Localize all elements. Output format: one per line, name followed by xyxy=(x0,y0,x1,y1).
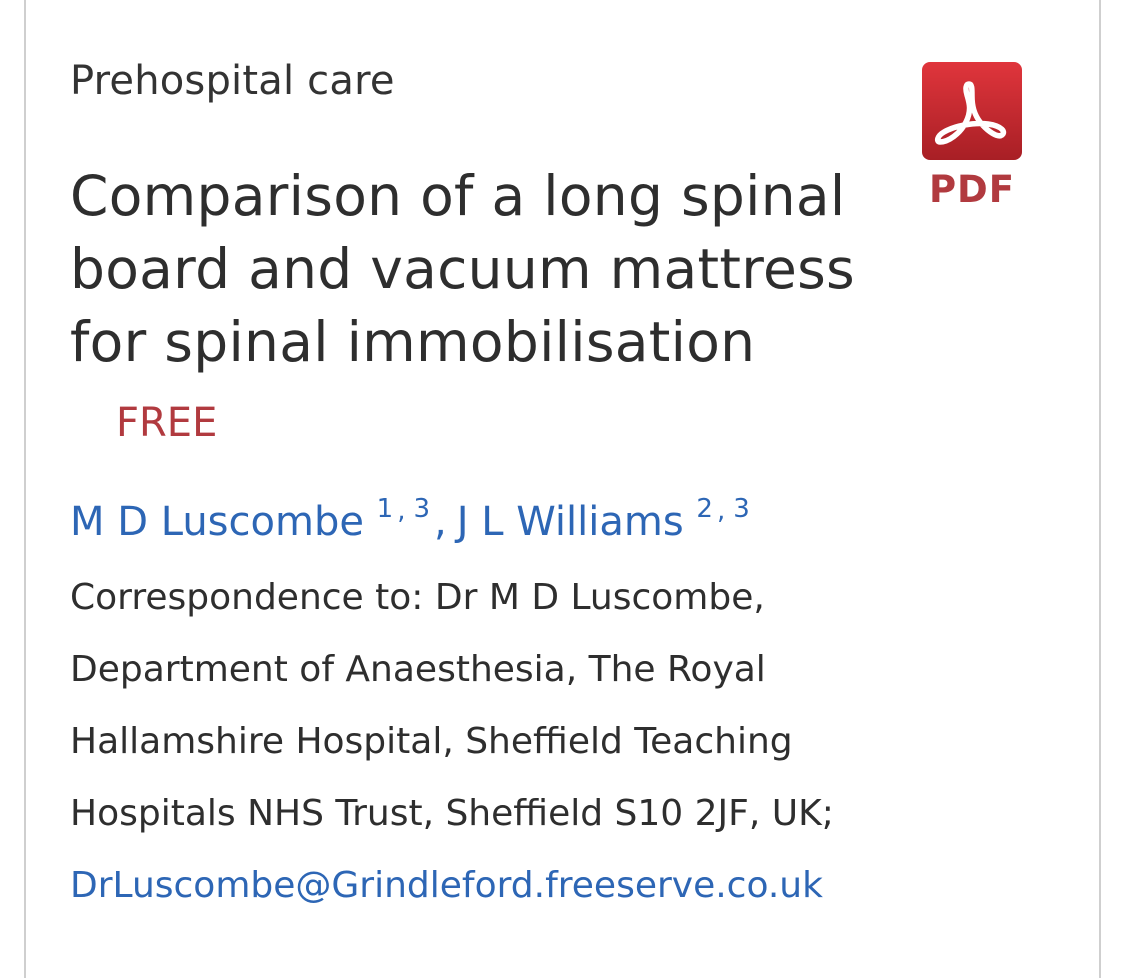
article-header: Prehospital care PDF Comparison of a lon… xyxy=(0,0,1125,978)
affiliation-ref[interactable]: 3 xyxy=(733,494,750,524)
right-border xyxy=(1099,0,1101,978)
correspondence-line: Hospitals NHS Trust, Sheffield S10 2JF, … xyxy=(70,793,834,834)
correspondence-block: Correspondence to: Dr M D Luscombe, Depa… xyxy=(70,562,834,922)
affiliation-separator: , xyxy=(716,495,726,526)
article-title: Comparison of a long spinal board and va… xyxy=(70,164,855,374)
author-link-williams[interactable]: J L Williams xyxy=(457,499,684,545)
left-border xyxy=(24,0,26,978)
correspondence-line: Hallamshire Hospital, Sheffield Teaching xyxy=(70,721,793,762)
correspondence-line: Department of Anaesthesia, The Royal xyxy=(70,649,766,690)
affiliation-separator: , xyxy=(397,495,406,526)
pdf-download-link[interactable]: PDF xyxy=(922,62,1022,212)
author-link-luscombe[interactable]: M D Luscombe xyxy=(70,499,364,545)
affiliation-ref[interactable]: 1 xyxy=(377,494,394,524)
pdf-label: PDF xyxy=(928,168,1016,211)
author-list: M D Luscombe 1,3,J L Williams 2,3 xyxy=(70,494,750,550)
correspondence-email-link[interactable]: DrLuscombe@Grindleford.freeserve.co.uk xyxy=(70,850,830,922)
correspondence-line: Correspondence to: Dr M D Luscombe, xyxy=(70,577,765,618)
free-access-badge: FREE xyxy=(116,400,218,446)
article-category: Prehospital care xyxy=(70,58,395,104)
adobe-pdf-icon xyxy=(922,62,1022,160)
affiliation-ref[interactable]: 2 xyxy=(696,494,713,524)
affiliation-ref[interactable]: 3 xyxy=(413,494,430,524)
author-separator: , xyxy=(434,499,447,545)
